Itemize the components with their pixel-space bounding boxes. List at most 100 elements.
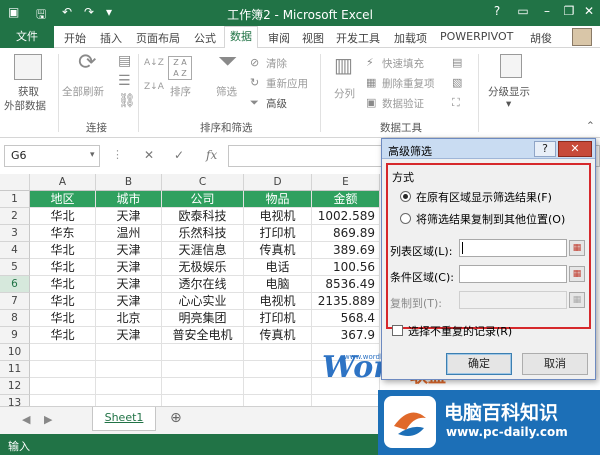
criteria-range-collapse-button[interactable]: ▦ [569,266,585,282]
outline-button[interactable]: 分级显示 [488,84,530,99]
text-to-columns-button[interactable]: 分列 [334,86,355,101]
sort-za-icon[interactable]: Z↓A [144,82,164,92]
table-cell[interactable]: 电话 [244,259,312,276]
unique-records-checkbox[interactable] [392,325,403,336]
empty-cell[interactable] [96,361,162,378]
column-header-b[interactable]: B [96,174,162,191]
empty-cell[interactable] [30,378,96,395]
close-button[interactable]: ✕ [578,4,600,18]
table-cell[interactable]: 心心实业 [162,293,244,310]
row-header[interactable]: 5 [0,259,30,276]
sheet-tab-sheet1[interactable]: Sheet1 [92,407,156,431]
cancel-button[interactable]: 取消 [522,353,588,375]
edit-links-icon[interactable]: ⛓ [118,94,136,108]
tab-home[interactable]: 开始 [64,30,86,46]
table-cell[interactable]: 389.69 [312,242,380,259]
enter-entry-icon[interactable]: ✓ [174,148,184,162]
radio-copy-to-label[interactable]: 将筛选结果复制到其他位置(O) [416,211,565,227]
table-cell[interactable]: 温州 [96,225,162,242]
tab-file[interactable]: 文件 [0,26,54,48]
criteria-range-input[interactable] [459,265,567,283]
tab-page-layout[interactable]: 页面布局 [136,30,180,46]
tab-addins[interactable]: 加载项 [394,30,427,46]
radio-copy-to[interactable] [400,213,411,224]
select-all-corner[interactable] [0,174,30,191]
ribbon-display-button[interactable]: ▭ [512,4,534,18]
row-header[interactable]: 1 [0,191,30,208]
table-cell[interactable]: 天津 [96,242,162,259]
empty-cell[interactable] [162,361,244,378]
collapse-ribbon-icon[interactable]: ⌃ [586,120,595,132]
row-header[interactable]: 4 [0,242,30,259]
table-cell[interactable]: 华北 [30,276,96,293]
what-if-icon[interactable]: ▧ [452,76,462,90]
empty-cell[interactable] [30,344,96,361]
table-cell[interactable]: 无极娱乐 [162,259,244,276]
table-cell[interactable]: 打印机 [244,225,312,242]
empty-cell[interactable] [244,378,312,395]
row-header[interactable]: 7 [0,293,30,310]
empty-cell[interactable] [96,344,162,361]
scroll-right-icon[interactable]: ▶ [44,413,52,426]
row-header[interactable]: 9 [0,327,30,344]
table-cell[interactable]: 电脑 [244,276,312,293]
table-cell[interactable]: 乐然科技 [162,225,244,242]
dialog-close-button[interactable]: ✕ [558,141,592,157]
restore-button[interactable]: ❐ [558,4,580,18]
column-header-e[interactable]: E [312,174,380,191]
new-sheet-icon[interactable]: ⊕ [170,410,182,426]
list-range-input[interactable] [459,239,567,257]
table-header-cell[interactable]: 地区 [30,191,96,208]
properties-icon[interactable]: ☰ [118,74,131,88]
table-header-cell[interactable]: 物品 [244,191,312,208]
table-cell[interactable]: 8536.49 [312,276,380,293]
list-range-collapse-button[interactable]: ▦ [569,240,585,256]
table-cell[interactable]: 天津 [96,259,162,276]
empty-cell[interactable] [244,361,312,378]
row-header[interactable]: 3 [0,225,30,242]
table-cell[interactable]: 明亮集团 [162,310,244,327]
table-cell[interactable]: 欧泰科技 [162,208,244,225]
table-cell[interactable]: 2135.889 [312,293,380,310]
table-cell[interactable]: 传真机 [244,327,312,344]
table-cell[interactable]: 华北 [30,327,96,344]
table-cell[interactable]: 华北 [30,208,96,225]
row-header[interactable]: 6 [0,276,30,293]
table-header-cell[interactable]: 城市 [96,191,162,208]
table-cell[interactable]: 华北 [30,259,96,276]
table-cell[interactable]: 1002.589 [312,208,380,225]
scroll-left-icon[interactable]: ◀ [22,413,30,426]
reapply-button[interactable]: 重新应用 [266,76,308,91]
table-cell[interactable]: 367.9 [312,327,380,344]
empty-cell[interactable] [96,378,162,395]
consolidate-icon[interactable]: ▤ [452,56,462,70]
table-cell[interactable]: 天津 [96,276,162,293]
table-cell[interactable]: 天津 [96,293,162,310]
table-cell[interactable]: 天津 [96,327,162,344]
name-box[interactable]: G6 [4,145,100,167]
copy-to-collapse-button[interactable]: ▦ [569,292,585,308]
table-cell[interactable]: 869.89 [312,225,380,242]
radio-in-place-label[interactable]: 在原有区域显示筛选结果(F) [416,189,552,205]
remove-duplicates-button[interactable]: 删除重复项 [382,76,435,91]
sort-button[interactable]: 排序 [170,84,191,99]
row-header[interactable]: 2 [0,208,30,225]
radio-in-place[interactable] [400,191,411,202]
table-cell[interactable]: 568.4 [312,310,380,327]
table-cell[interactable]: 华东 [30,225,96,242]
table-cell[interactable]: 电视机 [244,293,312,310]
get-external-label-2[interactable]: 外部数据 [4,98,46,113]
sort-az-icon[interactable]: A↓Z [144,58,164,68]
column-header-a[interactable]: A [30,174,96,191]
table-cell[interactable]: 传真机 [244,242,312,259]
cancel-entry-icon[interactable]: ✕ [144,148,154,162]
table-cell[interactable]: 打印机 [244,310,312,327]
table-cell[interactable]: 普安全电机 [162,327,244,344]
tab-review[interactable]: 审阅 [268,30,290,46]
flash-fill-button[interactable]: 快速填充 [382,56,424,71]
row-header[interactable]: 12 [0,378,30,395]
empty-cell[interactable] [30,361,96,378]
tab-insert[interactable]: 插入 [100,30,122,46]
copy-to-input[interactable] [459,291,567,309]
empty-cell[interactable] [162,378,244,395]
